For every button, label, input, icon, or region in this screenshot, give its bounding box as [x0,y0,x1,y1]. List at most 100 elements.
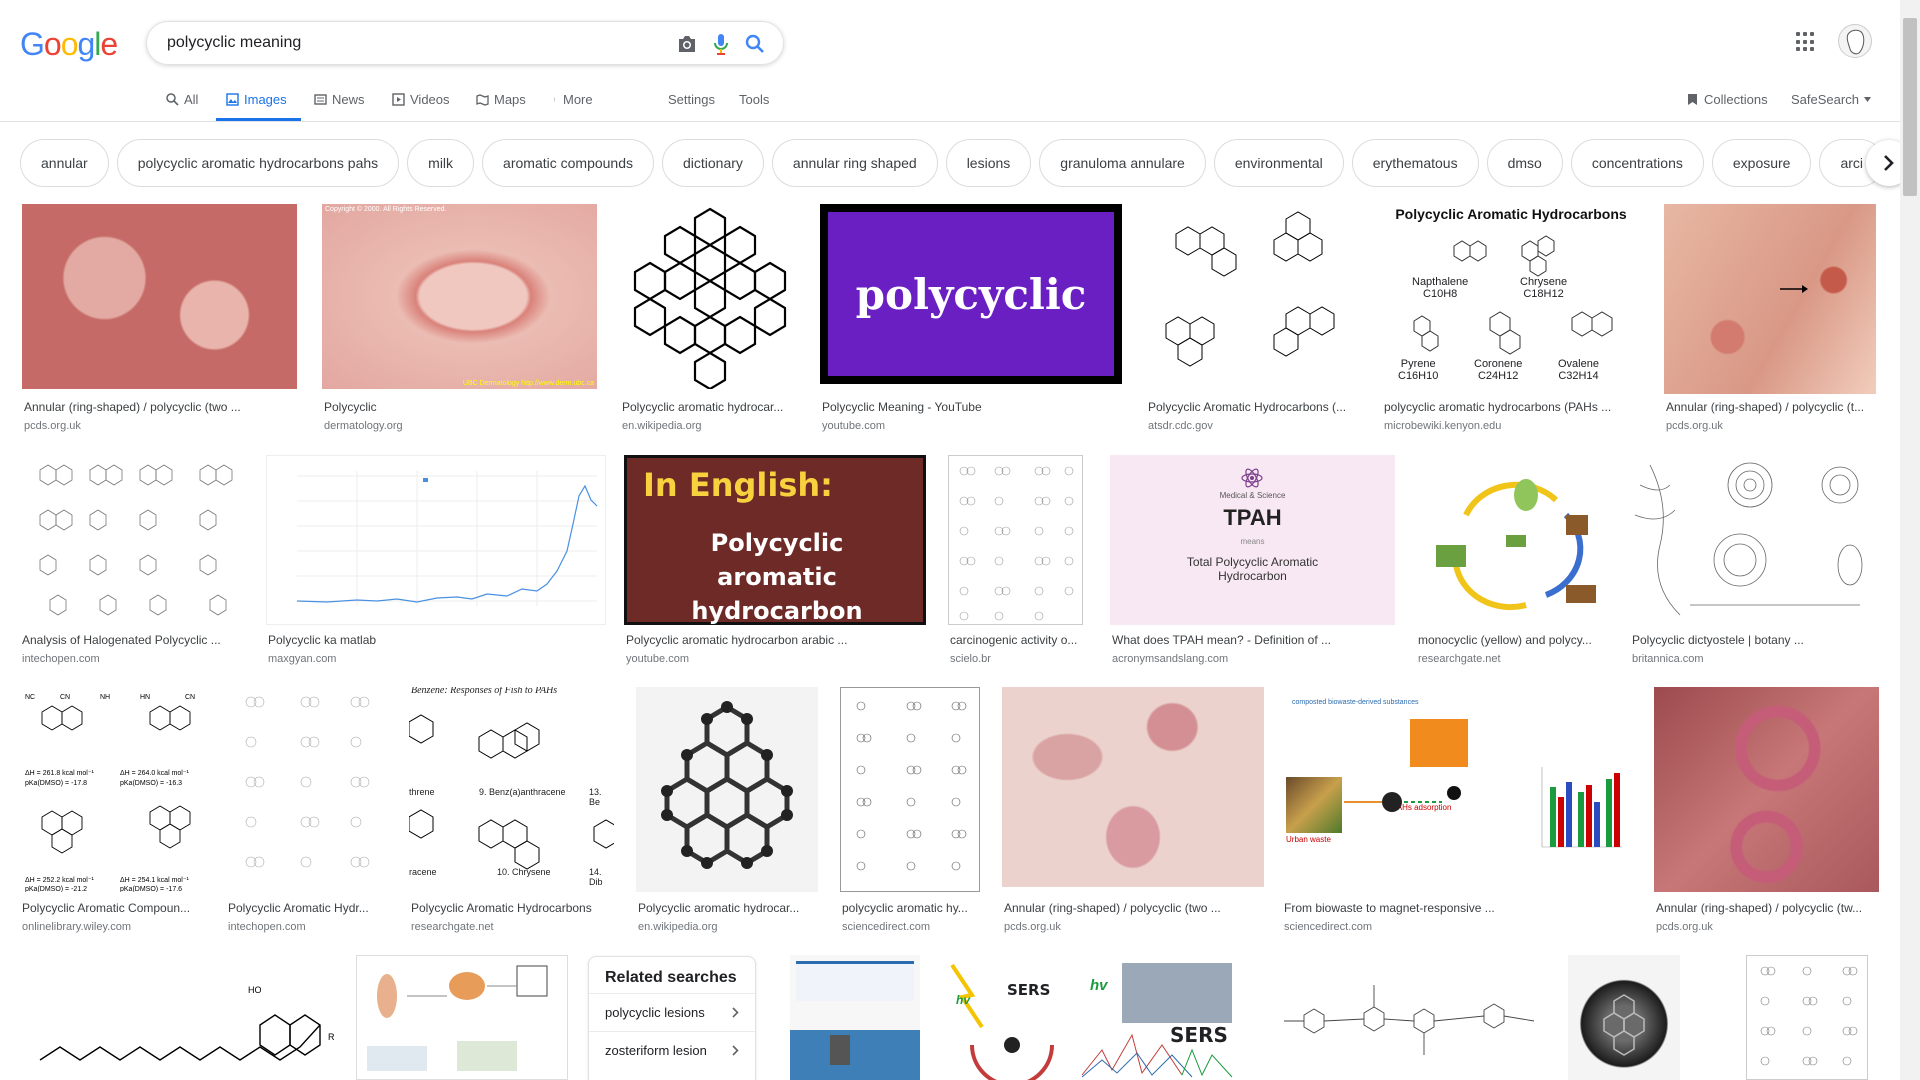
chip[interactable]: dictionary [662,139,764,187]
result-source[interactable]: dermatology.org [324,420,403,432]
result-title[interactable]: Polycyclic Aromatic Compoun... [22,901,204,915]
result-thumbnail[interactable]: composted biowaste-derived substances Ur… [1282,687,1634,892]
result-title[interactable]: Polycyclic aromatic hydrocarbon arabic .… [626,633,926,647]
result-title[interactable]: Analysis of Halogenated Polycyclic ... [22,633,242,647]
result-thumbnail[interactable] [1654,687,1879,892]
microphone-icon[interactable] [709,32,733,56]
tab-images[interactable]: Images [226,92,287,107]
result-thumbnail[interactable] [1746,955,1868,1080]
result-thumbnail[interactable] [266,455,606,625]
result-thumbnail[interactable] [22,204,297,389]
result-thumbnail[interactable] [840,687,980,892]
result-source[interactable]: acronymsandslang.com [1112,653,1228,665]
chip[interactable]: annular [20,139,109,187]
safesearch-dropdown[interactable]: SafeSearch [1791,92,1871,107]
result-thumbnail[interactable]: Medical & Science TPAH means Total Polyc… [1110,455,1395,625]
result-title[interactable]: Polycyclic [324,400,594,414]
collections-link[interactable]: Collections [1686,92,1768,107]
related-search-item[interactable]: polycyclic lesions [589,993,755,1031]
result-thumbnail[interactable]: HO R [20,955,336,1080]
chip[interactable]: milk [407,139,475,187]
result-source[interactable]: youtube.com [626,653,689,665]
result-source[interactable]: sciencedirect.com [1284,921,1372,933]
result-thumbnail[interactable] [1630,455,1878,625]
chip[interactable]: aromatic compounds [482,139,654,187]
page-scrollbar[interactable] [1900,0,1920,1080]
chip[interactable]: annular ring shaped [771,139,938,187]
result-source[interactable]: researchgate.net [1418,653,1501,665]
result-source[interactable]: maxgyan.com [268,653,336,665]
result-title[interactable]: Polycyclic aromatic hydrocar... [622,400,802,414]
result-title[interactable]: Polycyclic ka matlab [268,633,598,647]
chip[interactable]: erythematous [1351,139,1479,187]
result-title[interactable]: What does TPAH mean? - Definition of ... [1112,633,1394,647]
result-source[interactable]: pcds.org.uk [1666,420,1723,432]
result-title[interactable]: Polycyclic Meaning - YouTube [822,400,1122,414]
result-title[interactable]: Annular (ring-shaped) / polycyclic (t... [1666,400,1876,414]
result-thumbnail[interactable] [636,687,818,892]
result-thumbnail[interactable]: NC CN NH HN CN ΔH = 261.8 kcal mol⁻¹ ΔH = 26… [20,687,206,892]
result-source[interactable]: en.wikipedia.org [638,921,718,933]
result-thumbnail[interactable] [1146,204,1361,394]
result-source[interactable]: microbewiki.kenyon.edu [1384,420,1501,432]
tab-all[interactable]: All [166,92,198,107]
result-title[interactable]: carcinogenic activity o... [950,633,1082,647]
result-title[interactable]: Annular (ring-shaped) / polycyclic (tw..… [1656,901,1878,915]
search-icon[interactable] [743,32,767,56]
result-source[interactable]: pcds.org.uk [1004,921,1061,933]
result-thumbnail[interactable]: polycyclic [820,204,1122,384]
result-thumbnail[interactable]: Polycyclic Aromatic Hydrocarbons Napthal… [1382,204,1640,394]
tab-more[interactable]: More [554,92,593,107]
result-source[interactable]: scielo.br [950,653,991,665]
result-title[interactable]: Polycyclic aromatic hydrocar... [638,901,816,915]
tab-news[interactable]: News [314,92,365,107]
result-source[interactable]: researchgate.net [411,921,494,933]
camera-icon[interactable] [675,32,699,56]
chip[interactable]: exposure [1711,139,1812,187]
result-source[interactable]: intechopen.com [22,653,100,665]
result-title[interactable]: polycyclic aromatic hydrocarbons (PAHs .… [1384,400,1639,414]
result-thumbnail[interactable]: In English: Polycyclic aromatic hydrocar… [624,455,926,625]
result-source[interactable]: atsdr.cdc.gov [1148,420,1213,432]
result-source[interactable]: pcds.org.uk [1656,921,1713,933]
result-thumbnail[interactable]: Copyright © 2000. All Rights Reserved. U… [322,204,597,389]
result-thumbnail[interactable] [790,955,920,1080]
chip[interactable]: lesions [945,139,1032,187]
avatar[interactable] [1838,24,1872,58]
result-thumbnail[interactable] [1264,955,1550,1080]
result-thumbnail[interactable] [226,687,388,892]
result-thumbnail[interactable] [1568,955,1680,1080]
chip[interactable]: environmental [1213,139,1344,187]
result-title[interactable]: polycyclic aromatic hy... [842,901,980,915]
result-source[interactable]: intechopen.com [228,921,306,933]
result-title[interactable]: Polycyclic Aromatic Hydr... [228,901,386,915]
result-thumbnail[interactable] [1664,204,1876,394]
settings-link[interactable]: Settings [668,92,715,107]
result-thumbnail[interactable] [620,204,800,389]
result-thumbnail[interactable] [948,455,1083,625]
result-source[interactable]: britannica.com [1632,653,1704,665]
chip[interactable]: concentrations [1570,139,1704,187]
result-title[interactable]: Annular (ring-shaped) / polycyclic (two … [1004,901,1244,915]
chip[interactable]: polycyclic aromatic hydrocarbons pahs [116,139,400,187]
tab-maps[interactable]: Maps [476,92,526,107]
result-source[interactable]: youtube.com [822,420,885,432]
result-thumbnail[interactable] [1416,455,1610,625]
result-title[interactable]: Polycyclic Aromatic Hydrocarbons (... [1148,400,1358,414]
search-input[interactable] [167,32,647,54]
result-source[interactable]: onlinelibrary.wiley.com [22,921,131,933]
related-search-item[interactable]: zosteriform lesion [589,1031,755,1069]
tools-link[interactable]: Tools [739,92,769,107]
scrollbar-thumb[interactable] [1903,18,1917,196]
google-logo[interactable]: Google [20,26,118,63]
result-title[interactable]: monocyclic (yellow) and polycy... [1418,633,1608,647]
result-title[interactable]: From biowaste to magnet-responsive ... [1284,901,1584,915]
result-source[interactable]: sciencedirect.com [842,921,930,933]
result-source[interactable]: en.wikipedia.org [622,420,702,432]
tab-videos[interactable]: Videos [392,92,450,107]
chip[interactable]: granuloma annulare [1039,139,1206,187]
chip[interactable]: dmso [1486,139,1563,187]
result-thumbnail[interactable] [20,455,245,625]
result-source[interactable]: pcds.org.uk [24,420,81,432]
result-title[interactable]: Annular (ring-shaped) / polycyclic (two … [24,400,294,414]
